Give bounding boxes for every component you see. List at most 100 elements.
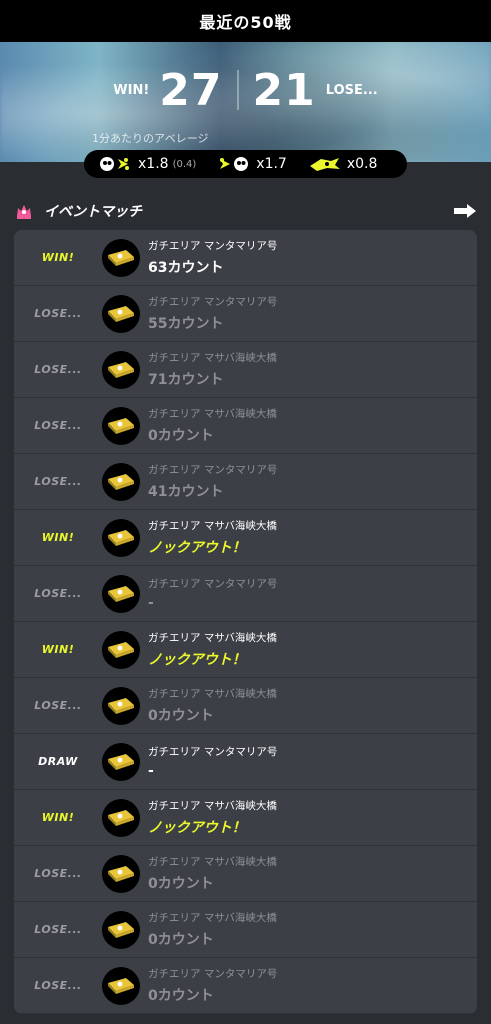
area-mode-icon [102,686,140,725]
match-row[interactable]: LOSE... ガチエリア マサバ海峡大橋 0カウント [14,846,477,902]
stage-name: ガチエリア マサバ海峡大橋 [148,632,277,644]
section-header: イベントマッチ [14,198,477,224]
assist-value: (0.4) [172,158,197,170]
match-count: ノックアウト！ [148,540,246,556]
page-title: 最近の50戦 [199,13,292,32]
match-info: ガチエリア マサバ海峡大橋ノックアウト！ [148,630,277,669]
kill-value: x1.8 [138,156,169,172]
area-mode-icon [102,238,140,277]
match-row[interactable]: WIN! ガチエリア マサバ海峡大橋ノックアウト！ [14,622,477,678]
event-match-icon [17,205,31,219]
match-row[interactable]: LOSE... ガチエリア マサバ海峡大橋 0カウント [14,398,477,454]
match-row[interactable]: LOSE... ガチエリア マンタマリア号 41カウント [14,454,477,510]
match-info: ガチエリア マサバ海峡大橋 0カウント [148,854,277,893]
match-result: LOSE... [34,587,82,600]
death-average: x1.7 [216,155,287,173]
match-row[interactable]: LOSE... ガチエリア マンタマリア号 55カウント [14,286,477,342]
stage-name: ガチエリア マンタマリア号 [148,240,278,252]
stage-name: ガチエリア マサバ海峡大橋 [148,408,277,420]
lose-count: 21 [252,64,316,116]
area-mode-icon [102,518,140,557]
match-row[interactable]: LOSE... ガチエリア マサバ海峡大橋 71カウント [14,342,477,398]
match-info: ガチエリア マンタマリア号 - [148,576,277,611]
kill-average: x1.8 (0.4) [98,155,196,173]
match-count: 0カウント [148,428,214,444]
match-result: LOSE... [34,867,82,880]
lose-label: LOSE... [325,82,378,98]
match-info: ガチエリア マサバ海峡大橋ノックアウト！ [148,798,277,837]
match-row[interactable]: WIN! ガチエリア マンタマリア号 63カウント [14,230,477,286]
area-mode-icon [102,350,140,389]
match-info: ガチエリア マンタマリア号 63カウント [148,238,277,277]
match-result: WIN! [41,531,75,544]
stage-name: ガチエリア マサバ海峡大橋 [148,856,277,868]
match-result: WIN! [41,251,75,264]
area-mode-icon [102,630,140,669]
match-result: LOSE... [34,475,82,488]
kill-icon [100,157,129,171]
average-stats: x1.8 (0.4) x1.7 x0.8 [84,150,407,178]
match-row[interactable]: WIN! ガチエリア マサバ海峡大橋ノックアウト！ [14,790,477,846]
match-result: LOSE... [34,979,82,992]
stage-name: ガチエリア マサバ海峡大橋 [148,912,277,924]
match-result: WIN! [41,811,75,824]
area-mode-icon [102,742,140,781]
area-mode-icon [102,966,140,1005]
match-count: 63カウント [148,260,224,276]
match-list: WIN! ガチエリア マンタマリア号 63カウント LOSE... ガチエリア マンタマ… [14,230,477,1014]
match-count: ノックアウト！ [148,820,246,836]
match-info: ガチエリア マンタマリア号 0カウント [148,966,277,1005]
top-bar: 最近の50戦 [0,0,491,42]
section-title: イベントマッチ [44,204,142,220]
area-mode-icon [102,798,140,837]
match-count: - [148,763,154,779]
match-info: ガチエリア マンタマリア号 - [148,744,277,779]
match-count: 0カウント [148,932,214,948]
stage-name: ガチエリア マサバ海峡大橋 [148,800,277,812]
score-divider [236,70,239,110]
arrow-right-icon[interactable] [453,204,477,218]
stage-name: ガチエリア マンタマリア号 [148,746,278,758]
match-count: 0カウント [148,876,214,892]
stage-name: ガチエリア マサバ海峡大橋 [148,688,277,700]
area-mode-icon [102,294,140,333]
match-count: 0カウント [148,708,214,724]
match-result: LOSE... [34,699,82,712]
stage-name: ガチエリア マンタマリア号 [148,296,278,308]
area-mode-icon [102,910,140,949]
match-info: ガチエリア マンタマリア号 41カウント [148,462,277,501]
area-mode-icon [102,406,140,445]
match-row[interactable]: WIN! ガチエリア マサバ海峡大橋 ノックアウト！ [14,510,477,566]
special-value: x0.8 [346,156,378,172]
match-info: ガチエリア マンタマリア号 55カウント [148,294,277,333]
area-mode-icon [102,854,140,893]
death-icon [220,157,249,171]
win-label: WIN! [113,82,150,98]
match-count: 41カウント [148,484,224,500]
special-icon [309,158,340,171]
average-label: 1分あたりのアベレージ [92,132,209,145]
match-row[interactable]: LOSE... ガチエリア マンタマリア号 - [14,566,477,622]
match-info: ガチエリア マサバ海峡大橋 0カウント [148,686,277,725]
match-count: ノックアウト！ [148,652,246,668]
match-count: - [148,595,154,611]
win-count: 27 [159,64,223,116]
stage-name: ガチエリア マンタマリア号 [148,464,278,476]
match-info: ガチエリア マサバ海峡大橋 ノックアウト！ [148,518,277,557]
match-result: DRAW [38,755,78,768]
match-info: ガチエリア マサバ海峡大橋 0カウント [148,406,277,445]
match-result: LOSE... [34,419,82,432]
match-row[interactable]: DRAW ガチエリア マンタマリア号 - [14,734,477,790]
match-result: LOSE... [34,923,82,936]
area-mode-icon [102,462,140,501]
match-row[interactable]: LOSE... ガチエリア マサバ海峡大橋 0カウント [14,678,477,734]
stage-name: ガチエリア マンタマリア号 [148,578,278,590]
area-mode-icon [102,574,140,613]
match-row[interactable]: LOSE... ガチエリア マンタマリア号 0カウント [14,958,477,1014]
stage-name: ガチエリア マサバ海峡大橋 [148,352,277,364]
match-row[interactable]: LOSE... ガチエリア マサバ海峡大橋 0カウント [14,902,477,958]
stage-name: ガチエリア マンタマリア号 [148,968,278,980]
special-average: x0.8 [307,155,378,173]
match-result: WIN! [41,643,75,656]
score-row: WIN! 27 21 LOSE... [0,60,491,120]
